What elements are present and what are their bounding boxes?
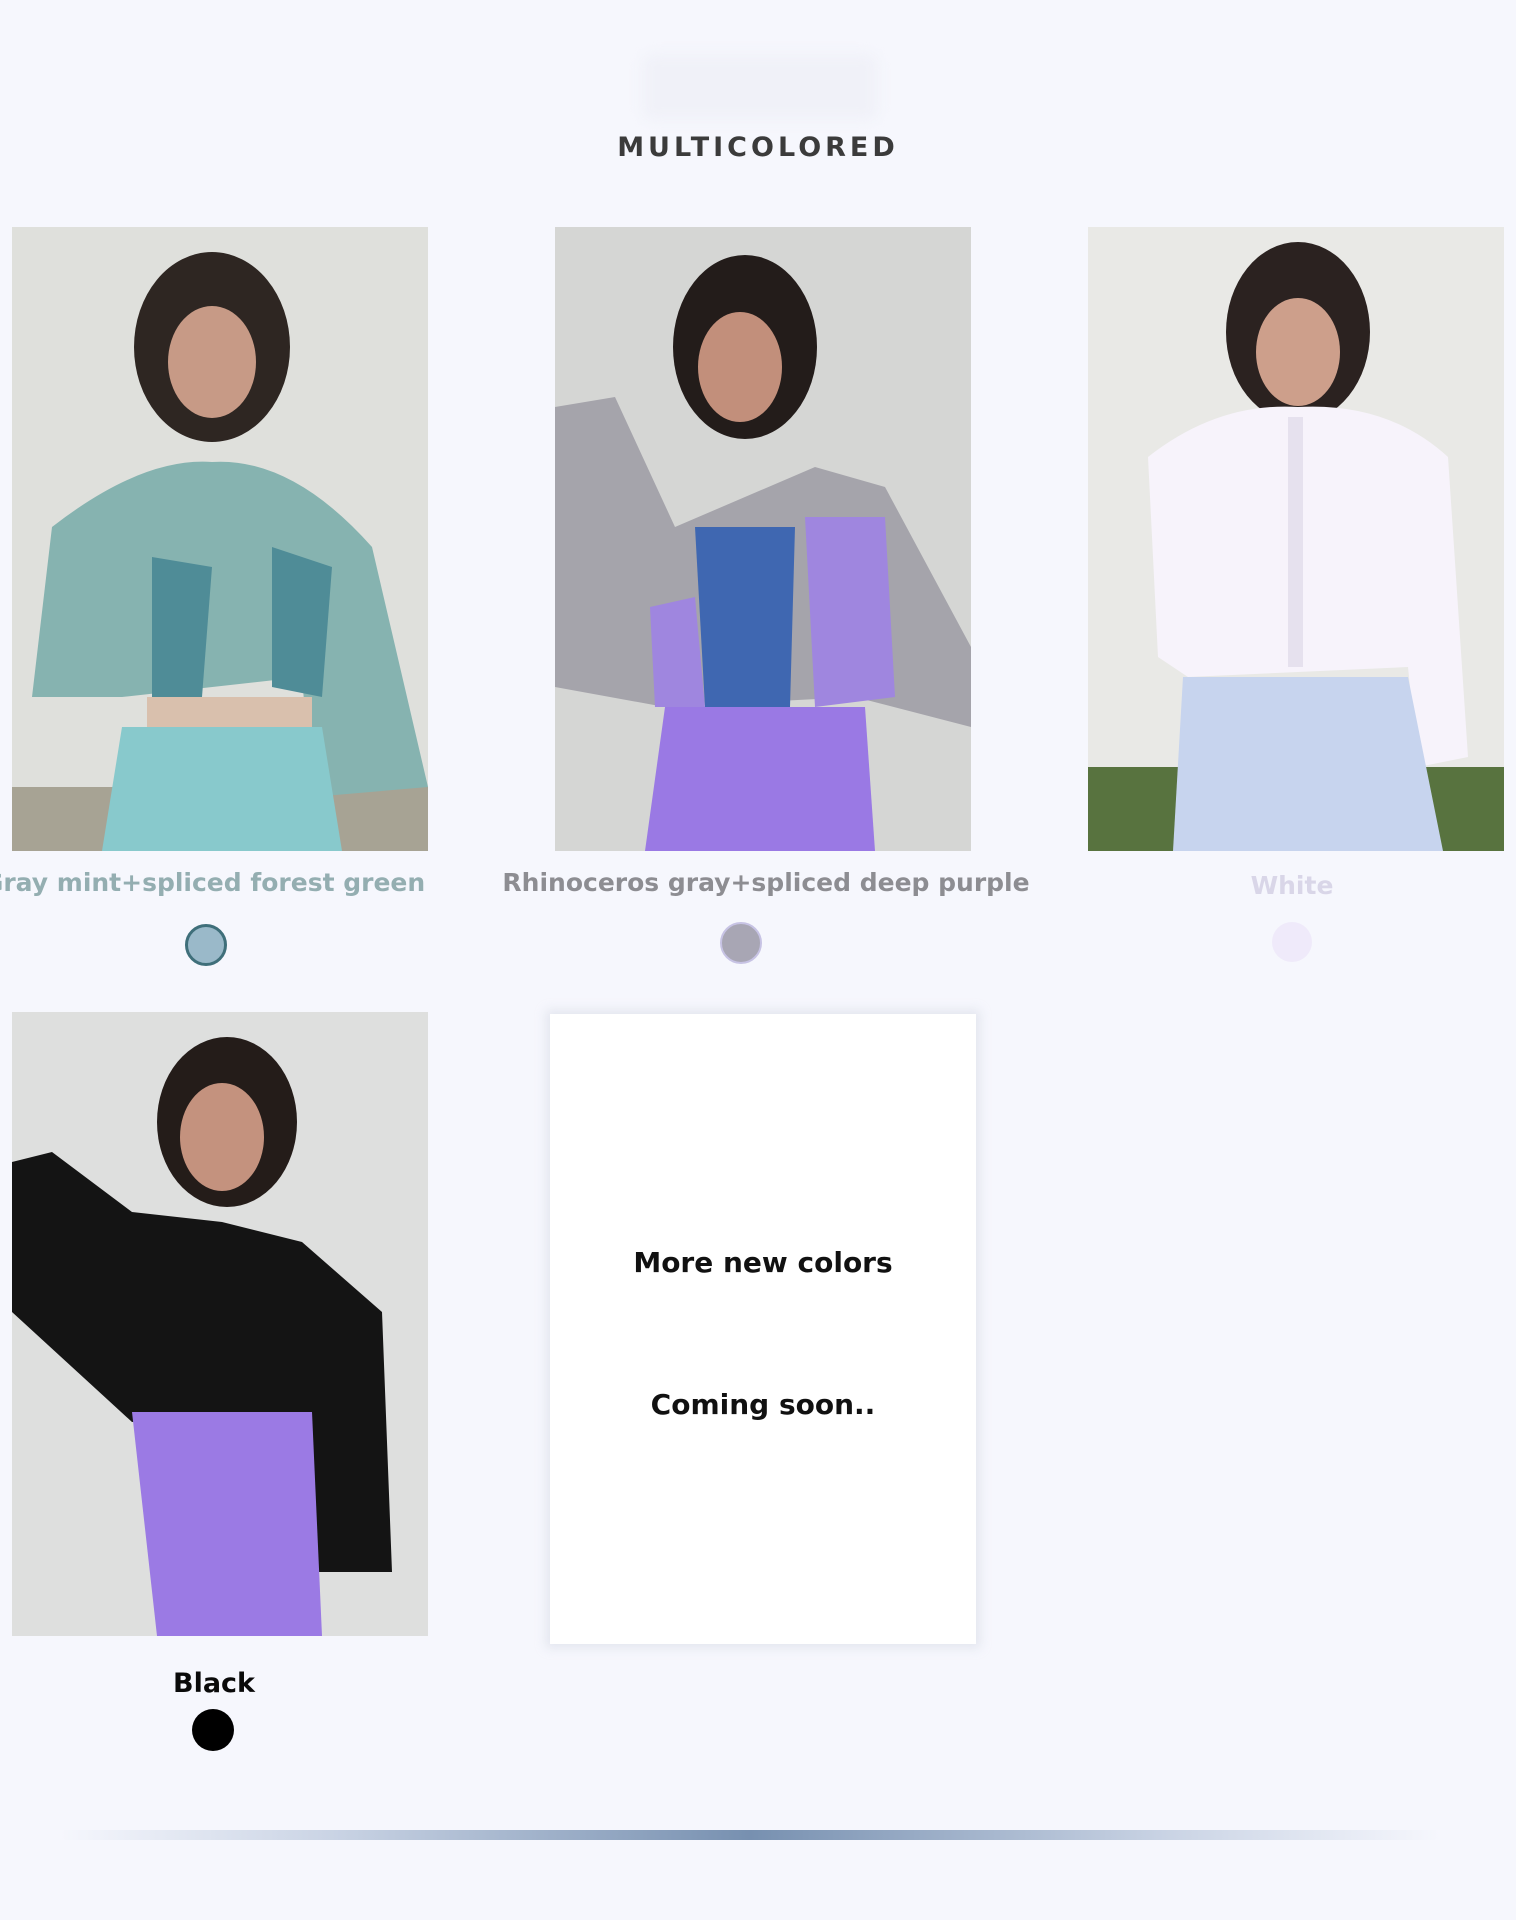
variant-photo-mint[interactable] — [12, 227, 428, 851]
color-swatch-white[interactable] — [1272, 922, 1312, 962]
color-swatch-black[interactable] — [192, 1709, 234, 1751]
section-title: MULTICOLORED — [617, 132, 899, 163]
coming-soon-card: More new colors Coming soon.. — [550, 1014, 976, 1644]
variant-photo-white[interactable] — [1088, 227, 1504, 851]
coming-soon-line-1: More new colors — [633, 1246, 893, 1279]
header-placeholder — [642, 54, 878, 120]
variant-photo-black[interactable] — [12, 1012, 428, 1636]
variant-label: Gray mint+spliced forest green — [0, 868, 426, 897]
variant-label: Black — [172, 1668, 255, 1699]
variant-label: Rhinoceros gray+spliced deep purple — [502, 868, 1030, 897]
variant-label: White — [1250, 871, 1334, 900]
variant-photo-gray[interactable] — [555, 227, 971, 851]
coming-soon-line-2: Coming soon.. — [650, 1388, 876, 1421]
section-divider — [60, 1830, 1440, 1840]
color-swatch-gray-mint[interactable] — [185, 924, 227, 966]
color-swatch-rhinoceros-gray[interactable] — [720, 922, 762, 964]
